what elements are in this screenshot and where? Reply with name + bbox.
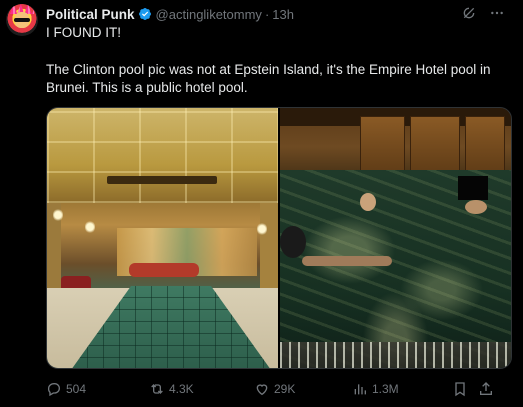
ceiling [47,108,278,203]
chandelier [53,208,63,222]
like-button[interactable]: 29K [254,381,295,397]
separator-dot: · [264,6,270,22]
reply-icon [46,381,62,397]
repost-icon [149,381,165,397]
views-count: 1.3M [372,382,399,396]
wall-panel [465,116,505,176]
more-icon[interactable] [489,5,505,21]
chandelier [85,220,95,234]
censored-pool-photo[interactable] [280,108,511,368]
person-head [280,226,306,258]
top-actions [461,5,505,21]
avatar-glasses [14,18,30,22]
views-icon [352,381,368,397]
mosaic-border [280,342,511,368]
bookmark-icon [452,381,468,397]
repost-count: 4.3K [169,382,194,396]
wall-panel [360,116,405,176]
couch [129,263,199,277]
person-body [465,200,487,214]
tweet-header: Political Punk @actingliketommy · 13h [46,6,294,22]
like-count: 29K [274,382,296,396]
ceiling-light-bar [107,176,217,184]
media-grid [46,107,512,369]
tweet-text-paragraph: The Clinton pool pic was not at Epstein … [46,62,491,95]
avatar[interactable] [6,4,38,36]
author-name[interactable]: Political Punk [46,7,135,22]
like-icon [254,381,270,397]
person-head [360,193,376,211]
timestamp[interactable]: 13h [272,7,294,22]
action-bar: 504 4.3K 29K 1.3M [46,380,512,398]
author-handle[interactable]: @actingliketommy [156,7,262,22]
share-button[interactable] [478,381,498,397]
verified-badge-icon [138,7,152,21]
repost-button[interactable]: 4.3K [149,381,194,397]
bookmark-button[interactable] [452,381,472,397]
censor-box [458,176,488,200]
chandelier [257,222,267,236]
wall-panel [410,116,460,176]
grok-icon[interactable] [461,5,477,21]
views-button[interactable]: 1.3M [352,381,399,397]
person-arm [302,256,392,266]
tweet[interactable]: Political Punk @actingliketommy · 13h I … [0,0,523,407]
reply-button[interactable]: 504 [46,381,86,397]
hotel-pool-photo[interactable] [47,108,278,368]
tweet-text-line1: I FOUND IT! [46,25,121,40]
share-icon [478,381,494,397]
reply-count: 504 [66,382,87,396]
